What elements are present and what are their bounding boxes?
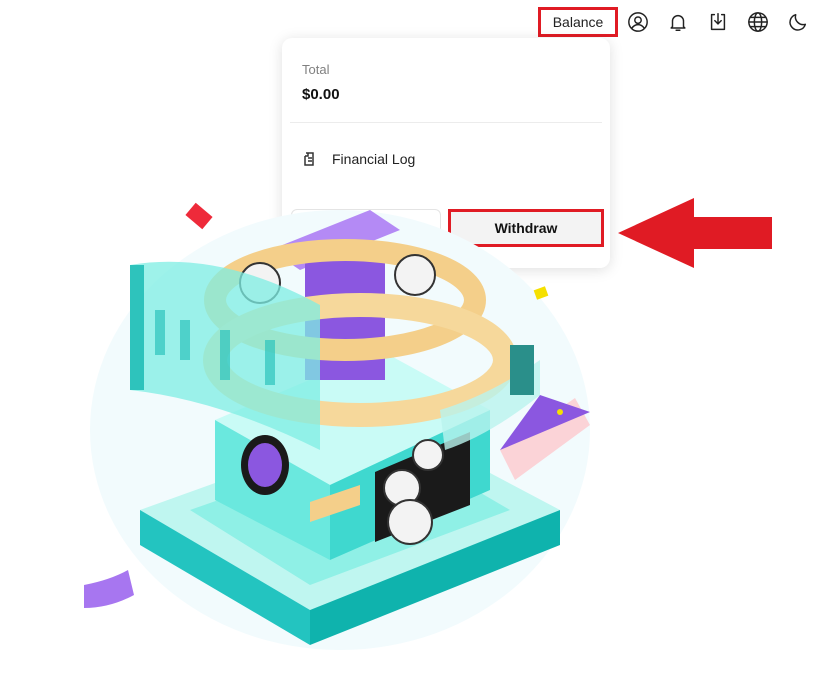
balance-button[interactable]: Balance: [538, 7, 618, 37]
bell-icon[interactable]: [666, 10, 690, 34]
user-icon[interactable]: [626, 10, 650, 34]
total-value: $0.00: [302, 86, 340, 103]
download-icon[interactable]: [706, 10, 730, 34]
moon-icon[interactable]: [786, 10, 810, 34]
total-label: Total: [302, 62, 330, 77]
globe-icon[interactable]: [746, 10, 770, 34]
crypto-machine-illustration: [84, 202, 590, 650]
red-arrow-annotation: [618, 198, 772, 268]
divider: [290, 122, 602, 123]
